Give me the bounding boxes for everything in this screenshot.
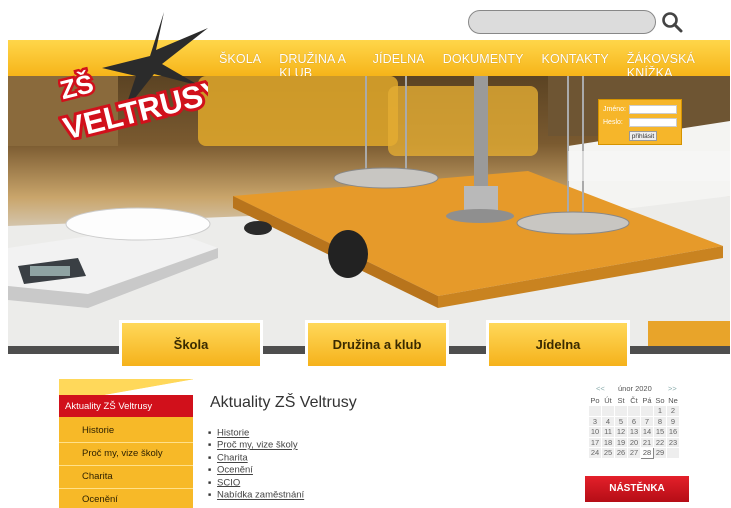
calendar-week: 10 11 12 13 14 15 16 — [588, 426, 680, 438]
calendar-day[interactable]: 9 — [666, 415, 680, 427]
calendar-day[interactable]: 25 — [601, 447, 615, 459]
logo-text-zs: ZŠ — [58, 68, 96, 105]
calendar-day[interactable]: 16 — [666, 426, 680, 438]
calendar-day[interactable]: 8 — [653, 415, 667, 427]
calendar-weekday: Po — [590, 395, 600, 405]
link-nabidka[interactable]: Nabídka zaměstnání — [217, 490, 304, 501]
calendar-day[interactable]: 20 — [627, 436, 641, 448]
link-oceneni[interactable]: Ocenění — [217, 465, 253, 476]
list-item: Charita — [208, 452, 304, 464]
login-box: Jméno: Heslo: přihlásit — [598, 99, 682, 145]
link-historie[interactable]: Historie — [217, 428, 249, 439]
calendar-week: 24 25 26 27 28 29 — [588, 447, 680, 459]
sidebar-item-charita[interactable]: Charita — [82, 471, 113, 482]
calendar-day[interactable]: 12 — [614, 426, 628, 438]
calendar-day[interactable]: 11 — [601, 426, 615, 438]
calendar-week: 12 — [588, 405, 680, 417]
calendar-empty-cell — [666, 447, 680, 459]
list-item: Historie — [208, 427, 304, 439]
calendar-day[interactable]: 17 — [588, 436, 602, 448]
calendar-header: << únor 2020 >> — [588, 383, 688, 395]
calendar-weekday: So — [655, 395, 665, 405]
calendar-day[interactable]: 24 — [588, 447, 602, 459]
calendar-next-button[interactable]: >> — [668, 384, 677, 393]
calendar-day[interactable]: 13 — [627, 426, 641, 438]
calendar-weekday: Čt — [630, 395, 638, 405]
sidebar-item-oceneni[interactable]: Ocenění — [82, 494, 118, 505]
calendar-day[interactable]: 15 — [653, 426, 667, 438]
calendar-day[interactable]: 7 — [640, 415, 654, 427]
list-item: Nabídka zaměstnání — [208, 489, 304, 501]
calendar-month: únor 2020 — [618, 384, 652, 393]
login-name-field[interactable] — [629, 105, 677, 114]
calendar-day[interactable]: 26 — [614, 447, 628, 459]
list-item: SCIO — [208, 477, 304, 489]
calendar-day[interactable]: 27 — [627, 447, 641, 459]
calendar-week: 17 18 19 20 21 22 23 — [588, 436, 680, 448]
sidebar-divider — [59, 488, 193, 489]
content-links: Historie Proč my, vize školy Charita Oce… — [208, 427, 304, 501]
list-item: Proč my, vize školy — [208, 439, 304, 451]
calendar-day[interactable]: 5 — [614, 415, 628, 427]
calendar-day[interactable]: 18 — [601, 436, 615, 448]
calendar-day[interactable]: 2 — [666, 405, 680, 417]
nastenka-button[interactable]: NÁSTĚNKA — [585, 476, 689, 502]
calendar-prev-button[interactable]: << — [596, 384, 605, 393]
calendar-day[interactable]: 19 — [614, 436, 628, 448]
school-logo[interactable]: ZŠ VELTRUSY — [58, 8, 208, 140]
sidebar-divider — [59, 442, 193, 443]
calendar-empty-cell — [640, 405, 654, 417]
calendar-day[interactable]: 10 — [588, 426, 602, 438]
calendar-weekday: Út — [604, 395, 612, 405]
calendar-day[interactable]: 1 — [653, 405, 667, 417]
sidebar-item-aktuality[interactable]: Aktuality ZŠ Veltrusy — [59, 395, 193, 417]
calendar-day[interactable]: 22 — [653, 436, 667, 448]
calendar-weekday: St — [617, 395, 625, 405]
login-pass-field[interactable] — [629, 118, 677, 127]
tab-druzina[interactable]: Družina a klub — [305, 320, 449, 366]
calendar-weekdays: Po Út St Čt Pá So Ne — [589, 395, 680, 406]
sidebar-item-historie[interactable]: Historie — [82, 425, 114, 436]
calendar-day[interactable]: 23 — [666, 436, 680, 448]
sidebar-divider — [59, 465, 193, 466]
calendar-day[interactable]: 29 — [653, 447, 667, 459]
login-name-label: Jméno: — [603, 106, 626, 113]
calendar-day[interactable]: 4 — [601, 415, 615, 427]
tab-skola[interactable]: Škola — [119, 320, 263, 366]
sidebar-item-proc-my[interactable]: Proč my, vize školy — [82, 448, 163, 459]
calendar-empty-cell — [588, 405, 602, 417]
search-input[interactable] — [468, 10, 656, 34]
login-button[interactable]: přihlásit — [629, 131, 657, 141]
calendar-day[interactable]: 14 — [640, 426, 654, 438]
calendar-week: 3456789 — [588, 415, 680, 427]
page-title: Aktuality ZŠ Veltrusy — [210, 394, 357, 411]
search-icon[interactable] — [661, 11, 683, 33]
calendar-weekday: Pá — [642, 395, 652, 405]
list-item: Ocenění — [208, 464, 304, 476]
calendar-empty-cell — [614, 405, 628, 417]
login-pass-label: Heslo: — [603, 119, 623, 126]
calendar-day[interactable]: 28 — [640, 447, 654, 459]
calendar-grid: Po Út St Čt Pá So Ne 1 2 3 4 5 6 7 8 9 10 11 12 13 14 15 16 17 1… — [588, 395, 680, 459]
calendar-weekday: Ne — [668, 395, 678, 405]
tab-jidelna[interactable]: Jídelna — [486, 320, 630, 366]
calendar-day[interactable]: 21 — [640, 436, 654, 448]
calendar-empty-cell — [627, 405, 641, 417]
sidebar-top — [59, 379, 193, 395]
link-proc-my[interactable]: Proč my, vize školy — [217, 440, 298, 451]
link-scio[interactable]: SCIO — [217, 477, 240, 488]
calendar-day[interactable]: 3 — [588, 415, 602, 427]
link-charita[interactable]: Charita — [217, 453, 248, 464]
calendar-day[interactable]: 6 — [627, 415, 641, 427]
calendar-empty-cell — [601, 405, 615, 417]
